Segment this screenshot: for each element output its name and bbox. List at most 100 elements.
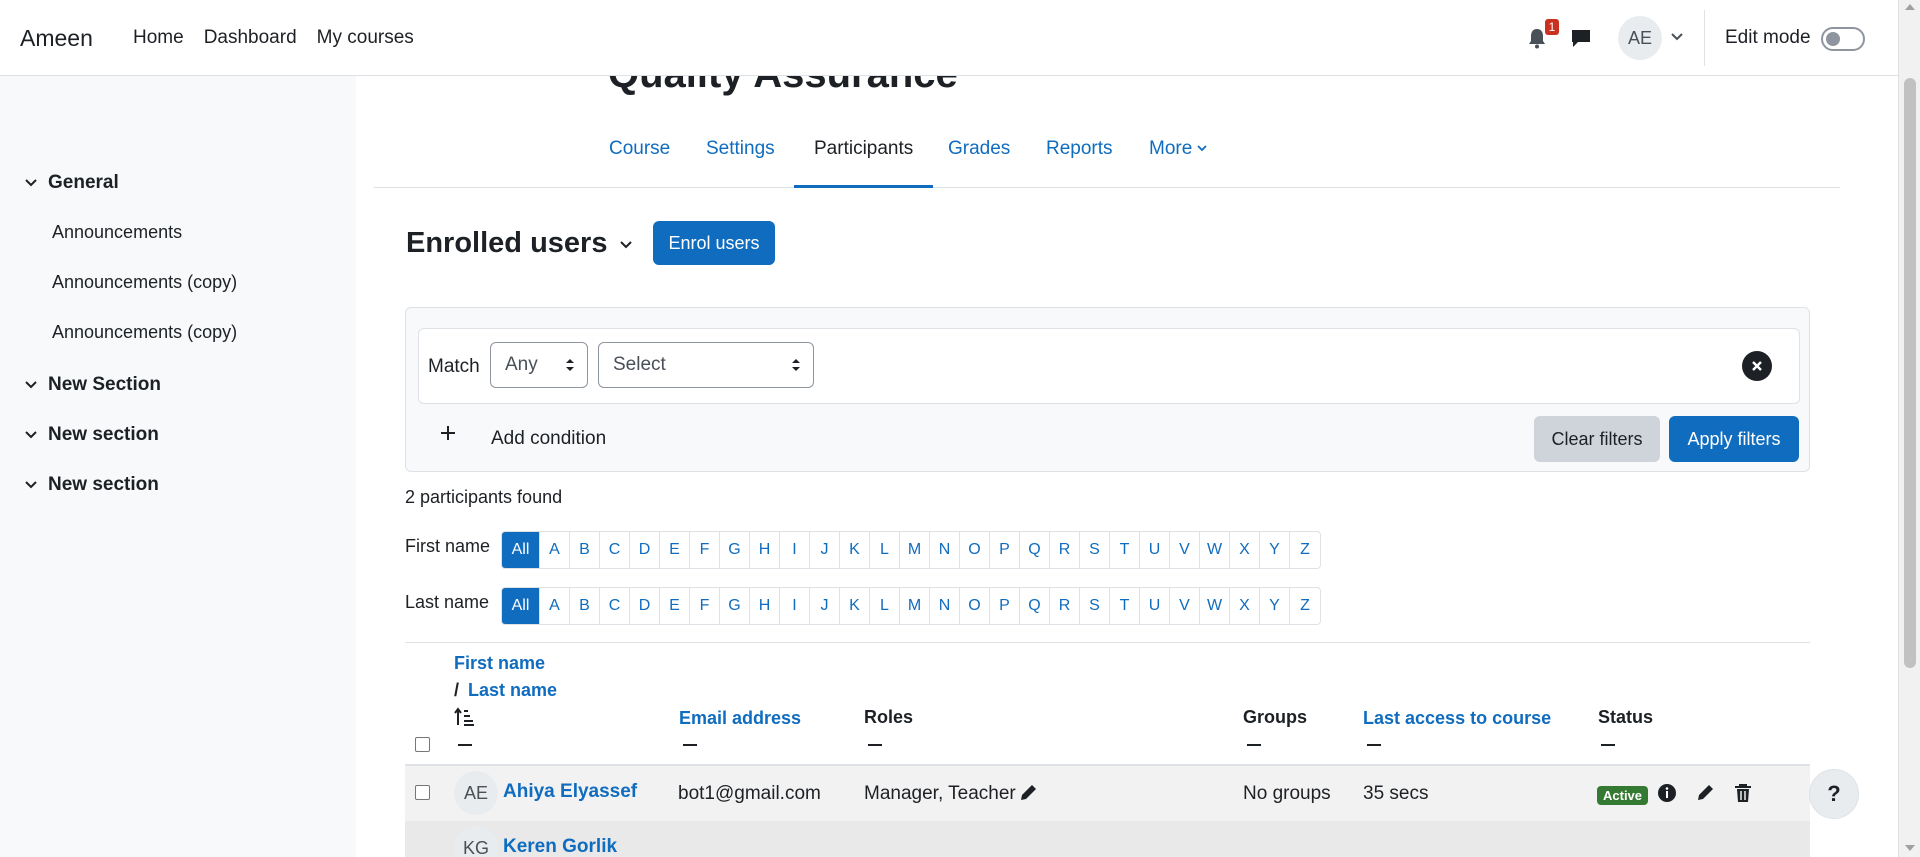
last-name-initial-o[interactable]: O — [960, 588, 990, 624]
scroll-up-arrow-icon[interactable] — [1905, 4, 1915, 10]
page-scrollbar[interactable] — [1898, 0, 1920, 857]
last-name-initial-s[interactable]: S — [1080, 588, 1110, 624]
participant-name-link[interactable]: Ahiya Elyassef — [503, 781, 637, 803]
help-button[interactable]: ? — [1809, 769, 1859, 819]
hide-column-dash-icon[interactable] — [1601, 744, 1615, 746]
tab-more[interactable]: More — [1149, 138, 1208, 188]
section-new-section-2[interactable]: New section — [24, 424, 159, 446]
collapse-chevron-icon[interactable] — [24, 378, 38, 392]
hide-column-dash-icon[interactable] — [868, 744, 882, 746]
first-name-initial-all[interactable]: All — [502, 532, 540, 568]
last-name-initial-n[interactable]: N — [930, 588, 960, 624]
first-name-initial-g[interactable]: G — [720, 532, 750, 568]
scroll-down-arrow-icon[interactable] — [1905, 845, 1915, 851]
messages-icon[interactable] — [1570, 27, 1592, 49]
last-name-initial-k[interactable]: K — [840, 588, 870, 624]
enrol-users-button[interactable]: Enrol users — [653, 221, 775, 265]
last-name-initial-q[interactable]: Q — [1020, 588, 1050, 624]
scrollbar-thumb[interactable] — [1904, 78, 1916, 668]
first-name-initial-s[interactable]: S — [1080, 532, 1110, 568]
th-last-access[interactable]: Last access to course — [1363, 708, 1551, 729]
nav-my-courses[interactable]: My courses — [317, 27, 414, 49]
activity-announcements[interactable]: Announcements — [52, 222, 182, 243]
last-name-initial-l[interactable]: L — [870, 588, 900, 624]
first-name-initial-m[interactable]: M — [900, 532, 930, 568]
participant-name-link[interactable]: Keren Gorlik — [503, 836, 617, 857]
edit-enrolment-pencil-icon[interactable] — [1695, 783, 1715, 803]
th-first-name[interactable]: First name — [454, 653, 545, 674]
last-name-initial-t[interactable]: T — [1110, 588, 1140, 624]
activity-announcements-copy-2[interactable]: Announcements (copy) — [52, 322, 237, 343]
clear-filters-button[interactable]: Clear filters — [1534, 416, 1660, 462]
first-name-initial-i[interactable]: I — [780, 532, 810, 568]
last-name-initial-h[interactable]: H — [750, 588, 780, 624]
first-name-initial-l[interactable]: L — [870, 532, 900, 568]
nav-home[interactable]: Home — [133, 27, 184, 49]
last-name-initial-all[interactable]: All — [502, 588, 540, 624]
last-name-initial-e[interactable]: E — [660, 588, 690, 624]
match-select[interactable]: Any — [490, 342, 588, 388]
tab-settings[interactable]: Settings — [706, 138, 775, 188]
first-name-initial-y[interactable]: Y — [1260, 532, 1290, 568]
enrolled-users-heading[interactable]: Enrolled users — [406, 227, 633, 260]
last-name-initial-u[interactable]: U — [1140, 588, 1170, 624]
first-name-initial-w[interactable]: W — [1200, 532, 1230, 568]
apply-filters-button[interactable]: Apply filters — [1669, 416, 1799, 462]
first-name-initial-u[interactable]: U — [1140, 532, 1170, 568]
nav-dashboard[interactable]: Dashboard — [204, 27, 297, 49]
first-name-initial-r[interactable]: R — [1050, 532, 1080, 568]
first-name-initial-d[interactable]: D — [630, 532, 660, 568]
collapse-chevron-icon[interactable] — [24, 428, 38, 442]
last-name-initial-a[interactable]: A — [540, 588, 570, 624]
unenrol-trash-icon[interactable] — [1734, 783, 1752, 803]
first-name-initial-p[interactable]: P — [990, 532, 1020, 568]
first-name-initial-h[interactable]: H — [750, 532, 780, 568]
hide-column-dash-icon[interactable] — [1367, 744, 1381, 746]
th-email[interactable]: Email address — [679, 708, 801, 729]
info-icon[interactable] — [1657, 783, 1677, 803]
last-name-initial-g[interactable]: G — [720, 588, 750, 624]
last-name-initial-b[interactable]: B — [570, 588, 600, 624]
tab-participants[interactable]: Participants — [794, 138, 934, 188]
edit-roles-pencil-icon[interactable] — [1018, 783, 1038, 803]
hide-column-dash-icon[interactable] — [1247, 744, 1261, 746]
first-name-initial-f[interactable]: F — [690, 532, 720, 568]
filter-type-select[interactable]: Select — [598, 342, 814, 388]
site-brand[interactable]: Ameen — [20, 25, 93, 52]
first-name-initial-e[interactable]: E — [660, 532, 690, 568]
last-name-initial-i[interactable]: I — [780, 588, 810, 624]
last-name-initial-d[interactable]: D — [630, 588, 660, 624]
first-name-initial-b[interactable]: B — [570, 532, 600, 568]
section-general[interactable]: General — [24, 172, 119, 194]
last-name-initial-j[interactable]: J — [810, 588, 840, 624]
first-name-initial-q[interactable]: Q — [1020, 532, 1050, 568]
hide-column-dash-icon[interactable] — [458, 744, 472, 746]
first-name-initial-j[interactable]: J — [810, 532, 840, 568]
first-name-initial-o[interactable]: O — [960, 532, 990, 568]
th-last-name[interactable]: Last name — [468, 680, 557, 701]
row-select-checkbox[interactable] — [415, 785, 430, 800]
collapse-chevron-icon[interactable] — [24, 176, 38, 190]
last-name-initial-c[interactable]: C — [600, 588, 630, 624]
last-name-initial-x[interactable]: X — [1230, 588, 1260, 624]
last-name-initial-p[interactable]: P — [990, 588, 1020, 624]
section-new-section-1[interactable]: New Section — [24, 374, 161, 396]
first-name-initial-x[interactable]: X — [1230, 532, 1260, 568]
tab-course[interactable]: Course — [609, 138, 670, 188]
last-name-initial-y[interactable]: Y — [1260, 588, 1290, 624]
last-name-initial-f[interactable]: F — [690, 588, 720, 624]
first-name-initial-n[interactable]: N — [930, 532, 960, 568]
last-name-initial-z[interactable]: Z — [1290, 588, 1320, 624]
user-avatar[interactable]: AE — [1618, 16, 1662, 60]
section-new-section-3[interactable]: New section — [24, 474, 159, 496]
first-name-initial-c[interactable]: C — [600, 532, 630, 568]
first-name-initial-t[interactable]: T — [1110, 532, 1140, 568]
last-name-initial-w[interactable]: W — [1200, 588, 1230, 624]
last-name-initial-r[interactable]: R — [1050, 588, 1080, 624]
edit-mode-toggle[interactable] — [1821, 27, 1865, 51]
last-name-initial-v[interactable]: V — [1170, 588, 1200, 624]
select-all-checkbox[interactable] — [415, 737, 430, 752]
hide-column-dash-icon[interactable] — [683, 744, 697, 746]
sort-ascending-icon[interactable] — [454, 707, 476, 727]
first-name-initial-k[interactable]: K — [840, 532, 870, 568]
